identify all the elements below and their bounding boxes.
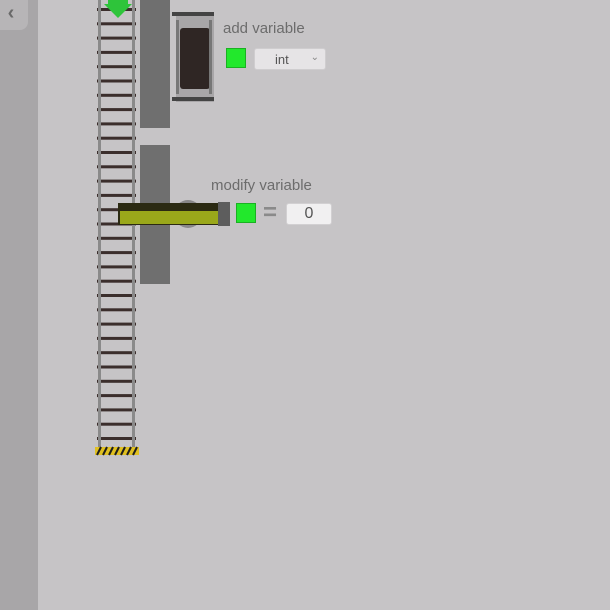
- track-rail-right: [132, 0, 135, 452]
- main-track[interactable]: [97, 0, 136, 452]
- track-tie: [97, 108, 136, 112]
- track-end-buffer: [95, 446, 139, 456]
- station-wall-top: [140, 0, 170, 128]
- track-tie: [97, 251, 136, 255]
- track-tie: [97, 193, 136, 197]
- track-tie: [97, 236, 136, 240]
- add-variable-label: add variable: [223, 20, 305, 37]
- modify-variable-label: modify variable: [211, 177, 312, 194]
- track-tie: [97, 79, 136, 83]
- start-marker: [108, 0, 128, 6]
- track-tie: [97, 65, 136, 69]
- track-tie: [97, 322, 136, 326]
- track-tie: [97, 294, 136, 297]
- track-tie: [97, 136, 136, 140]
- track-tie: [97, 122, 136, 126]
- track-tie: [97, 179, 136, 183]
- track-tie: [97, 365, 136, 369]
- track-tie: [97, 36, 136, 40]
- track-tie: [97, 394, 136, 398]
- track-layout: [95, 0, 230, 456]
- chevron-down-icon: ⌄: [310, 52, 319, 63]
- add-variable-wagon[interactable]: [172, 12, 214, 102]
- track-tie: [97, 151, 136, 154]
- track-tie: [97, 279, 136, 283]
- add-variable-color-swatch[interactable]: [226, 48, 246, 68]
- modify-variable-lever[interactable]: [118, 200, 230, 228]
- track-tie: [97, 265, 136, 269]
- track-tie: [97, 408, 136, 412]
- track-tie: [97, 93, 136, 97]
- track-rail-left: [98, 0, 101, 452]
- track-tie: [97, 422, 136, 426]
- track-tie: [97, 437, 136, 440]
- track-tie: [97, 165, 136, 169]
- track-tie: [97, 336, 136, 340]
- track-tie: [97, 351, 136, 355]
- equals-operator: =: [263, 199, 278, 226]
- track-tie: [97, 379, 136, 383]
- variable-type-value: int: [275, 51, 289, 67]
- modify-variable-color-swatch[interactable]: [236, 203, 256, 223]
- variable-value-input[interactable]: 0: [286, 203, 332, 225]
- track-tie: [97, 50, 136, 54]
- track-tie: [97, 308, 136, 312]
- variable-type-select[interactable]: int ⌄: [254, 48, 326, 70]
- track-tie: [97, 22, 136, 26]
